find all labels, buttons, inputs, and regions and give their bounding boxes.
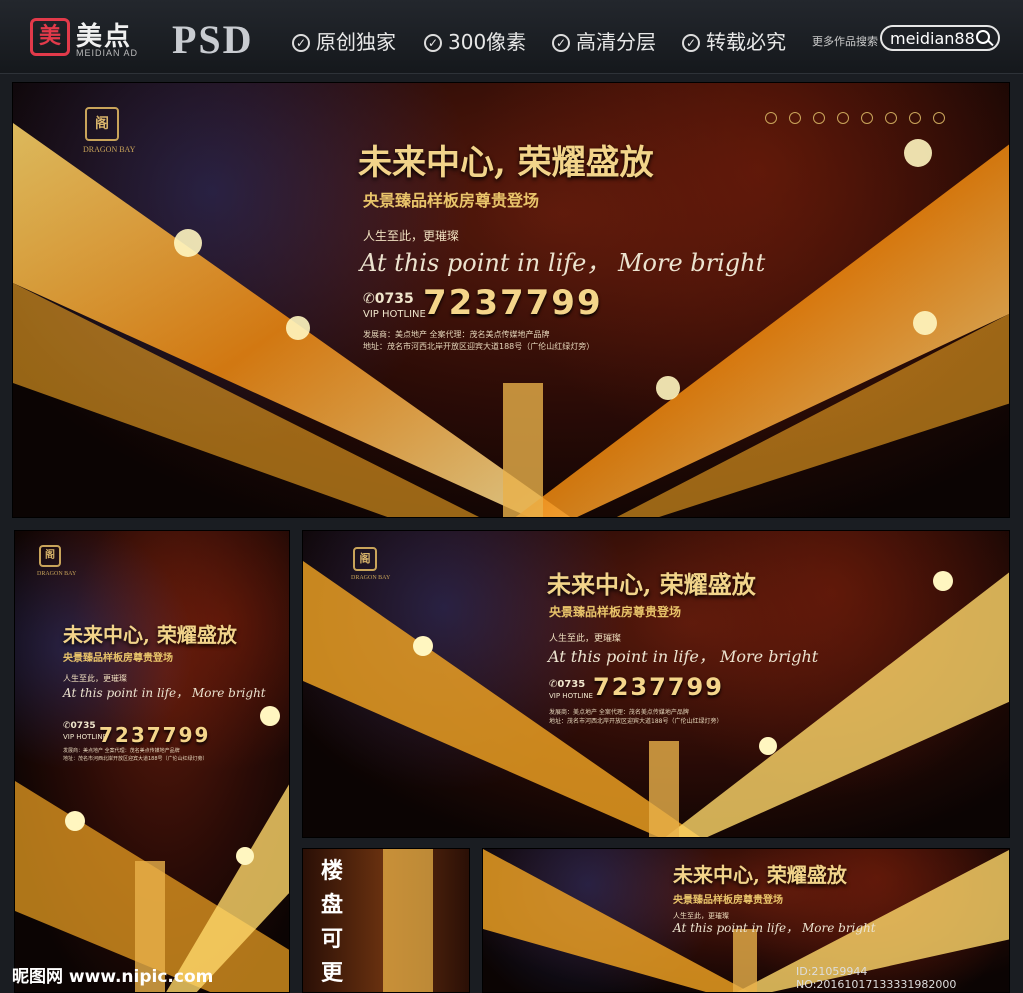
logo-subtitle: MEIDIAN AD bbox=[76, 48, 139, 58]
banner-subtitle: 央景臻品样板房尊贵登场 bbox=[363, 191, 540, 210]
watermark: 昵图网 www.nipic.com bbox=[12, 967, 214, 987]
portrait-banner: 阁 DRAGON BAY 未来中心, 荣耀盛放 央景臻品样板房尊贵登场 人生至此… bbox=[14, 530, 290, 993]
banner-title: 未来中心, 荣耀盛放 bbox=[547, 570, 756, 599]
address-info: 地址：茂名市河西北岸开放区迎宾大道188号（广伦山红绿灯旁） bbox=[363, 342, 595, 351]
banner-subtitle: 央景臻品样板房尊贵登场 bbox=[549, 605, 682, 619]
tagline-en: At this point in life， More bright bbox=[673, 921, 876, 935]
address-info: 地址：茂名市河西北岸开放区迎宾大道188号（广伦山红绿灯旁） bbox=[63, 756, 208, 762]
banner-subtitle: 央景臻品样板房尊贵登场 bbox=[63, 653, 173, 664]
phone-prefix: ✆0735 bbox=[363, 291, 414, 307]
developer-info: 发展商：美点地产 全案代理：茂名美点传媒地产品牌 bbox=[549, 709, 689, 716]
feature-copyright: ✓ 转载必究 bbox=[682, 26, 786, 55]
vip-hotline: VIP HOTLINE bbox=[549, 692, 593, 700]
tagline-cn: 人生至此，更璀璨 bbox=[363, 229, 460, 243]
tower-graphic bbox=[383, 849, 433, 992]
banner-title: 未来中心, 荣耀盛放 bbox=[63, 623, 237, 647]
tagline-en: At this point in life， More bright bbox=[63, 686, 266, 700]
address-info: 地址：茂名市河西北岸开放区迎宾大道188号（广伦山红绿灯旁） bbox=[549, 718, 723, 725]
banner-subtitle: 央景臻品样板房尊贵登场 bbox=[673, 895, 783, 906]
top-bar: 美 美点 MEIDIAN AD PSD ✓ 原创独家 ✓ 300像素 ✓ 高清分层 ✓… bbox=[0, 0, 1023, 74]
check-icon: ✓ bbox=[292, 34, 310, 52]
brand-emblem-icon: 阁 bbox=[85, 107, 119, 141]
banner-title: 未来中心, 荣耀盛放 bbox=[358, 143, 654, 183]
check-icon: ✓ bbox=[682, 34, 700, 52]
phone-prefix: ✆0735 bbox=[549, 679, 586, 690]
feature-layers: ✓ 高清分层 bbox=[552, 26, 656, 55]
developer-info: 发展商：美点地产 全案代理：茂名美点传媒地产品牌 bbox=[363, 330, 550, 339]
brand-name: DRAGON BAY bbox=[351, 575, 391, 581]
light-rays bbox=[15, 706, 289, 992]
image-id: ID:21059944 NO:20161017133331982000 bbox=[796, 965, 957, 991]
award-icons bbox=[753, 111, 945, 129]
phone-prefix: ✆0735 bbox=[63, 721, 96, 731]
wide-banner: 阁 DRAGON BAY 未来中心, 荣耀盛放 央景臻品样板房尊贵登场 人生至此… bbox=[302, 530, 1010, 838]
logo-icon: 美 bbox=[30, 18, 70, 56]
search-label: 更多作品搜索 bbox=[812, 35, 878, 48]
phone-number: 7237799 bbox=[99, 723, 211, 747]
phone-number: 7237799 bbox=[423, 283, 603, 323]
developer-info: 发展商：美点地产 全案代理：茂名美点传媒地产品牌 bbox=[63, 748, 180, 754]
check-icon: ✓ bbox=[424, 34, 442, 52]
tagline-en: At this point in life， More bright bbox=[548, 647, 819, 666]
main-banner: 阁 DRAGON BAY 未来中心, 荣耀盛放 央景臻品样板房尊贵登场 人生至此… bbox=[12, 82, 1010, 518]
format-label: PSD bbox=[172, 17, 254, 62]
brand-emblem-icon: 阁 bbox=[353, 547, 377, 571]
tagline-cn: 人生至此，更璀璨 bbox=[63, 674, 127, 683]
phone-number: 7237799 bbox=[593, 673, 724, 701]
side-panel: 楼盘可更换 bbox=[302, 848, 470, 993]
feature-resolution: ✓ 300像素 bbox=[424, 26, 526, 55]
search-icon[interactable] bbox=[976, 30, 990, 44]
check-icon: ✓ bbox=[552, 34, 570, 52]
brand-emblem-icon: 阁 bbox=[39, 545, 61, 567]
tagline-en: At this point in life， More bright bbox=[360, 249, 766, 277]
brand-name: DRAGON BAY bbox=[83, 145, 136, 154]
search-box[interactable] bbox=[880, 25, 1000, 51]
vip-hotline: VIP HOTLINE bbox=[363, 309, 426, 320]
brand-name: DRAGON BAY bbox=[37, 571, 77, 577]
banner-title: 未来中心, 荣耀盛放 bbox=[673, 863, 847, 887]
feature-original: ✓ 原创独家 bbox=[292, 26, 396, 55]
search-input[interactable] bbox=[890, 28, 976, 48]
